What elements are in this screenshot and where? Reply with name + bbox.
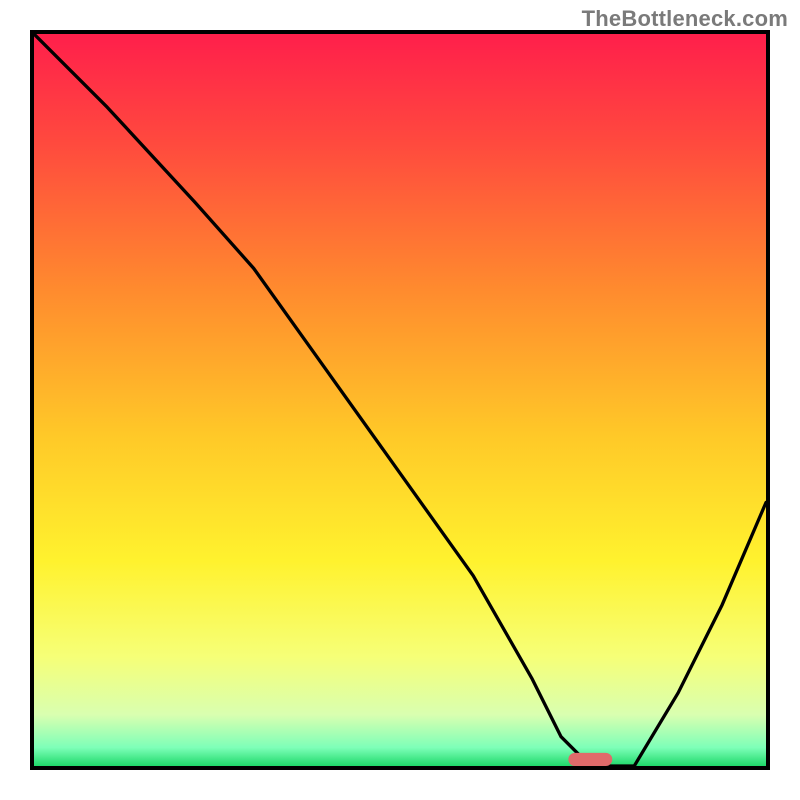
chart-container: TheBottleneck.com: [0, 0, 800, 800]
optimum-marker: [568, 753, 612, 766]
bottleneck-curve: [34, 34, 766, 766]
curve-layer: [34, 34, 766, 766]
plot-area: [30, 30, 770, 770]
watermark-text: TheBottleneck.com: [582, 6, 788, 32]
